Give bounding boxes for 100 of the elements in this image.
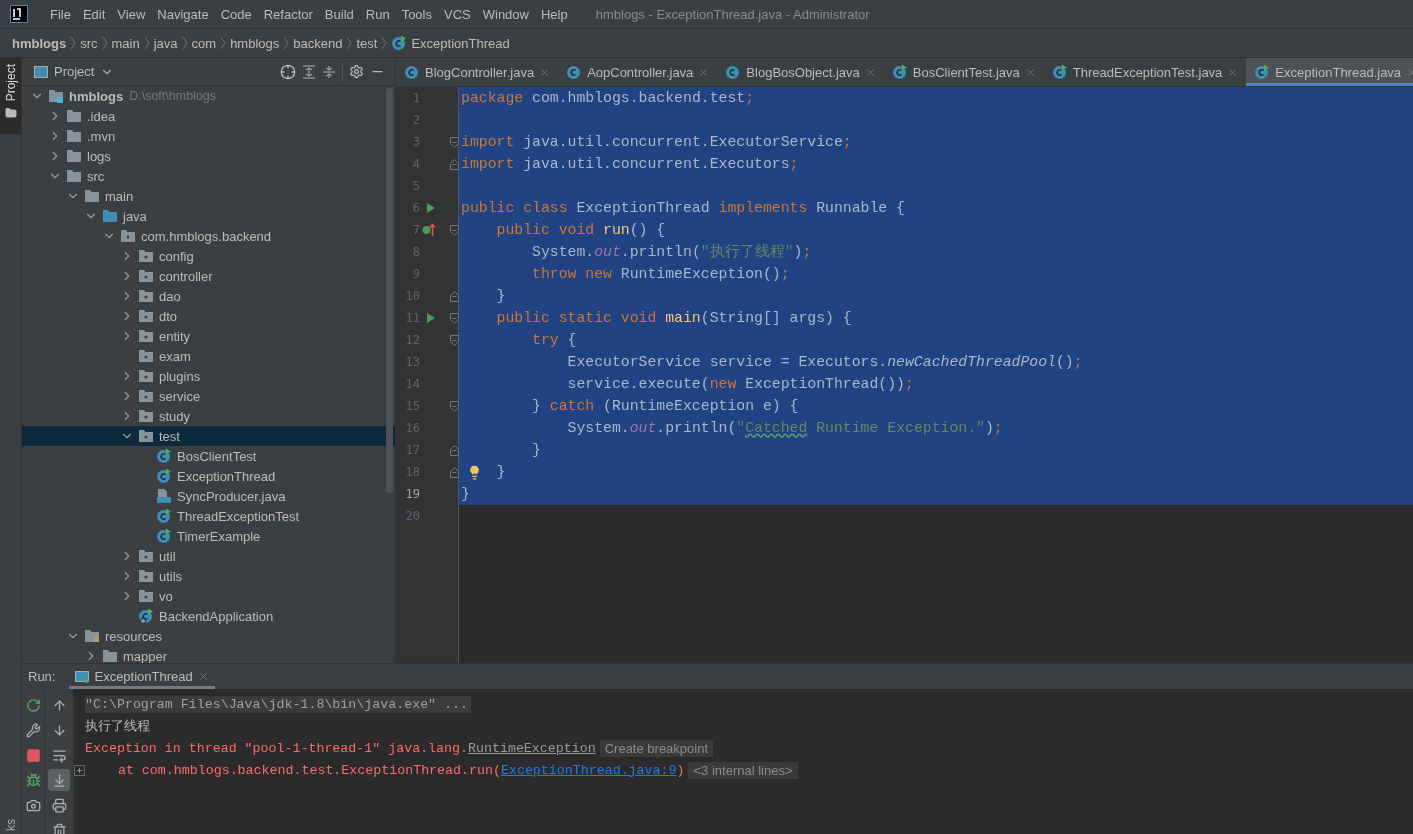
source-link[interactable]: ExceptionThread.java:9	[500, 762, 677, 778]
menu-item[interactable]: Run	[359, 6, 396, 22]
menu-item[interactable]: Edit	[76, 6, 112, 22]
line-number: 19	[404, 487, 420, 501]
editor-tab[interactable]: ExceptionThread.java	[1246, 58, 1413, 86]
expand-icon[interactable]	[74, 764, 85, 776]
folder-icon[interactable]	[4, 107, 17, 120]
breadcrumb[interactable]: main	[111, 35, 140, 51]
tree-item[interactable]: util	[22, 546, 395, 566]
tree-item[interactable]: plugins	[22, 366, 395, 386]
class-link[interactable]: RuntimeException	[468, 740, 596, 756]
breadcrumb[interactable]: hmblogs	[230, 35, 280, 51]
close-icon[interactable]	[698, 66, 710, 78]
folder-icon	[102, 209, 118, 223]
breadcrumb[interactable]: hmblogs	[12, 35, 67, 51]
class-icon	[156, 468, 172, 484]
fold-icon[interactable]	[450, 466, 459, 478]
close-icon[interactable]	[539, 66, 551, 78]
tree-item[interactable]: java	[22, 206, 395, 226]
fold-icon[interactable]	[450, 400, 459, 412]
tree-item[interactable]: exam	[22, 346, 395, 366]
tree-item[interactable]: BosClientTest	[22, 446, 395, 466]
tree-item[interactable]: SyncProducer.java	[22, 486, 395, 506]
menu-item[interactable]: View	[111, 6, 152, 22]
tree-item[interactable]: mapper	[22, 646, 395, 663]
tree-item[interactable]: TimerExample	[22, 526, 395, 546]
resources-folder-icon	[84, 629, 100, 643]
fold-icon[interactable]	[450, 290, 459, 302]
menu-item[interactable]: Code	[214, 6, 258, 22]
implements-icon[interactable]	[422, 223, 436, 237]
close-icon[interactable]	[197, 671, 209, 682]
run-icon[interactable]	[426, 312, 436, 324]
tree-item[interactable]: resources	[22, 626, 395, 646]
scroll-end-button[interactable]	[48, 769, 70, 791]
tree-item[interactable]: entity	[22, 326, 395, 346]
menu-item[interactable]: Build	[318, 6, 360, 22]
menu-item[interactable]: Refactor	[257, 6, 319, 22]
menu-item[interactable]: Navigate	[151, 6, 215, 22]
tree-item[interactable]: study	[22, 406, 395, 426]
tree-item[interactable]: service	[22, 386, 395, 406]
lightbulb-icon[interactable]	[467, 464, 482, 480]
class-icon	[391, 35, 408, 51]
breadcrumb[interactable]: java	[153, 35, 178, 51]
tree-item[interactable]: logs	[22, 146, 395, 166]
editor-tab[interactable]: AopController.java	[558, 58, 718, 86]
tree-item[interactable]: main	[22, 186, 395, 206]
breadcrumb[interactable]: src	[80, 35, 98, 51]
settings-icon[interactable]	[349, 64, 364, 79]
inline-hint[interactable]: Create breakpoint	[599, 739, 714, 757]
panel-title[interactable]: Project	[54, 64, 95, 79]
scrollbar[interactable]	[386, 88, 393, 493]
tree-item[interactable]: ThreadExceptionTest	[22, 506, 395, 526]
editor-tab[interactable]: BlogController.java	[396, 58, 559, 86]
tree-item[interactable]: dto	[22, 306, 395, 326]
bookmarks-tool-tab[interactable]: ks	[3, 819, 18, 831]
breadcrumb[interactable]: ExceptionThread	[391, 35, 510, 51]
editor-tab[interactable]: ThreadExceptionTest.java	[1043, 58, 1247, 86]
breadcrumb[interactable]: test	[356, 35, 378, 51]
close-icon[interactable]	[1024, 66, 1036, 78]
tree-item[interactable]: dao	[22, 286, 395, 306]
tree-item[interactable]: vo	[22, 586, 395, 606]
tree-item[interactable]: test	[22, 426, 395, 446]
editor-tab[interactable]: BlogBosObject.java	[717, 58, 884, 86]
tree-item[interactable]: .idea	[22, 106, 395, 126]
tree-item[interactable]: hmblogs D:\soft\hmblogs	[22, 86, 395, 106]
menu-item[interactable]: Tools	[395, 6, 438, 22]
tree-item[interactable]: BackendApplication	[22, 606, 395, 626]
tree-item[interactable]: controller	[22, 266, 395, 286]
fold-icon[interactable]	[450, 224, 459, 236]
tree-item[interactable]: config	[22, 246, 395, 266]
breadcrumb[interactable]: backend	[293, 35, 343, 51]
fold-icon[interactable]	[450, 334, 459, 346]
menu-item[interactable]: File	[44, 6, 77, 22]
run-icon[interactable]	[426, 202, 436, 214]
tree-item[interactable]: .mvn	[22, 126, 395, 146]
fold-icon[interactable]	[450, 312, 459, 324]
tree-item[interactable]: com.hmblogs.backend	[22, 226, 395, 246]
class-icon	[1051, 64, 1068, 80]
close-icon[interactable]	[864, 66, 876, 78]
menu-item[interactable]: VCS	[438, 6, 477, 22]
package-icon	[138, 549, 154, 563]
tree-item[interactable]: utils	[22, 566, 395, 586]
fold-icon[interactable]	[450, 444, 459, 456]
class-icon	[156, 528, 172, 544]
package-icon	[138, 429, 154, 443]
locate-icon[interactable]	[280, 63, 296, 80]
breadcrumb[interactable]: com	[191, 35, 217, 51]
close-icon[interactable]	[1227, 66, 1239, 78]
window-title: hmblogs - ExceptionThread.java - Administrator	[595, 6, 870, 22]
fold-icon[interactable]	[450, 136, 459, 148]
run-tab[interactable]: ExceptionThread	[69, 664, 215, 689]
menu-item[interactable]: Help	[534, 6, 574, 22]
inline-hint[interactable]: <3 internal lines>	[688, 761, 798, 779]
editor-tab[interactable]: BosClientTest.java	[883, 58, 1044, 86]
menu-item[interactable]: Window	[476, 6, 535, 22]
collapse-all-icon[interactable]	[322, 64, 336, 79]
tree-item[interactable]: src	[22, 166, 395, 186]
fold-icon[interactable]	[450, 158, 459, 170]
expand-all-icon[interactable]	[302, 64, 316, 79]
tree-item[interactable]: ExceptionThread	[22, 466, 395, 486]
